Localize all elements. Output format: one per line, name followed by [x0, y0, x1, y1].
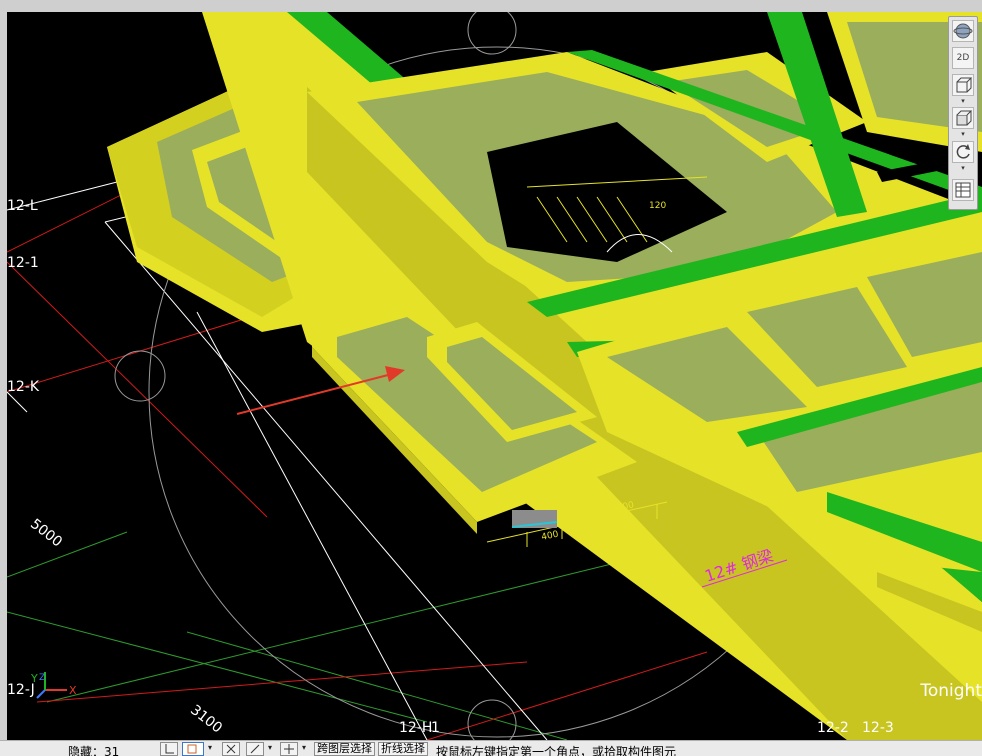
- cross-layer-select-button[interactable]: 跨图层选择: [314, 742, 375, 756]
- grid-line-red: [426, 651, 708, 740]
- axis-triad: X Y Z: [30, 672, 77, 699]
- rotate-dropdown[interactable]: ▾: [959, 165, 967, 172]
- grid-list-icon: [955, 182, 971, 198]
- axis-label-12-1: 12-1: [7, 255, 39, 271]
- grid-line-green: [7, 531, 128, 578]
- orbit-button[interactable]: [952, 20, 974, 42]
- rotate-icon: [956, 144, 970, 159]
- grid-line-red: [7, 311, 268, 393]
- cube-view-button[interactable]: [952, 74, 974, 96]
- offset-icon: [284, 744, 294, 754]
- axis-x-label: X: [69, 684, 77, 697]
- box-view-dropdown[interactable]: ▾: [959, 131, 967, 138]
- model-scene[interactable]: 12# 钢梁 120 1400 400 250 X Y Z: [7, 12, 982, 740]
- grid-line-green: [186, 631, 568, 740]
- ortho-toggle-button[interactable]: [160, 742, 178, 756]
- cube-icon: [956, 77, 973, 93]
- 3d-viewport[interactable]: 12# 钢梁 120 1400 400 250 X Y Z 12-L 12-1 …: [7, 12, 982, 740]
- orbit-icon: [953, 23, 973, 39]
- polyline-select-button[interactable]: 折线选择: [378, 742, 428, 756]
- view-toolbar: 2D ▾ ▾ ▾: [948, 16, 978, 210]
- box-view-button[interactable]: [952, 107, 974, 129]
- axis-label-12-l: 12-L: [7, 198, 38, 214]
- cross-toggle-button[interactable]: [222, 742, 240, 756]
- offset-toggle-button[interactable]: [280, 742, 298, 756]
- offset-dropdown[interactable]: ▾: [300, 742, 308, 756]
- ortho-icon: [165, 744, 174, 754]
- grid-line-white: [7, 391, 28, 413]
- snap-dropdown[interactable]: ▾: [206, 742, 214, 756]
- app-window: 12# 钢梁 120 1400 400 250 X Y Z 12-L 12-1 …: [0, 0, 982, 756]
- angle-dropdown[interactable]: ▾: [266, 742, 274, 756]
- cube-view-dropdown[interactable]: ▾: [959, 98, 967, 105]
- axis-label-12-h-suffix: 1: [431, 720, 440, 736]
- properties-button[interactable]: [952, 179, 974, 201]
- axis-z-label: Z: [39, 673, 45, 683]
- angle-icon: [250, 744, 260, 754]
- snap-toggle-button[interactable]: [182, 742, 204, 756]
- snap-icon: [187, 744, 197, 754]
- cross-icon: [226, 744, 236, 754]
- dim-120: 120: [649, 201, 666, 211]
- rotate-button[interactable]: [952, 141, 974, 163]
- status-hint: 按鼠标左键指定第一个角点，或拾取构件图元: [436, 745, 677, 756]
- left-panel-edge: [0, 12, 7, 740]
- axis-label-12-2: 12-2: [817, 720, 849, 736]
- status-bar: 隐藏：31 ▾ ▾ ▾ 跨图层选择 折线选择 按鼠标左键指定第一个角点，或拾取构…: [0, 740, 982, 756]
- 2d-view-button[interactable]: 2D: [952, 47, 974, 69]
- 2d-icon: 2D: [956, 53, 970, 63]
- box-icon: [956, 110, 973, 126]
- grid-line-red: [7, 186, 138, 253]
- axis-label-12-h: 12-H: [399, 720, 433, 736]
- angle-toggle-button[interactable]: [246, 742, 264, 756]
- axis-label-12-3: 12-3: [862, 720, 894, 736]
- grid-line-red: [36, 661, 528, 703]
- watermark-text: Tonight: [920, 681, 982, 701]
- axis-label-12-k: 12-K: [7, 379, 40, 395]
- axis-label-12-j: 12-J: [7, 682, 35, 698]
- dim-400: 400: [541, 530, 560, 543]
- hidden-count: 隐藏：31: [68, 745, 120, 756]
- grid-line-green: [7, 611, 428, 723]
